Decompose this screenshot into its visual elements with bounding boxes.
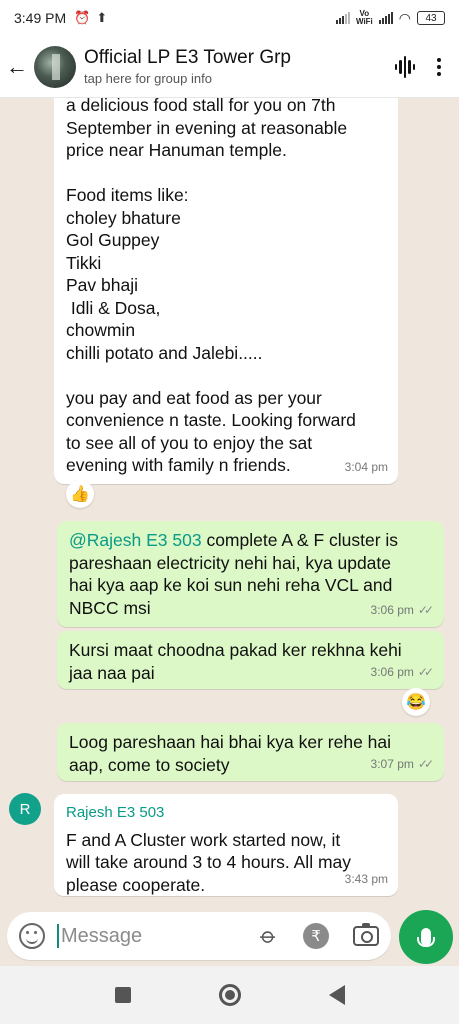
wifi-icon: ◠ [398, 9, 411, 26]
paperclip-icon[interactable]: ⌀ [254, 922, 282, 950]
message-incoming[interactable]: a delicious food stall for you on 7th Se… [54, 98, 398, 484]
system-nav-bar [0, 966, 459, 1024]
message-time: 3:07 pm [370, 756, 414, 771]
message-outgoing[interactable]: Loog pareshaan hai bhai kya ker rehe hai… [57, 723, 444, 781]
message-input[interactable] [61, 924, 231, 948]
message-outgoing[interactable]: @Rajesh E3 503 complete A & F cluster is… [57, 521, 444, 627]
sender-name[interactable]: Rajesh E3 503 [66, 802, 386, 825]
more-vertical-icon[interactable] [437, 57, 441, 76]
status-time: 3:49 PM [14, 10, 67, 26]
double-check-icon: ✓✓ [417, 756, 434, 771]
sender-avatar[interactable]: R [9, 793, 41, 825]
group-info[interactable]: Official LP E3 Tower Grp tap here for gr… [84, 47, 291, 86]
home-icon[interactable] [218, 984, 241, 1006]
message-composer: ⌀ ₹ [0, 910, 459, 966]
back-triangle-icon[interactable] [328, 985, 345, 1005]
mic-button[interactable] [399, 910, 453, 964]
group-avatar[interactable] [34, 45, 76, 88]
arrow-left-icon[interactable]: ← [0, 54, 34, 80]
message-incoming[interactable]: Rajesh E3 503 F and A Cluster work start… [54, 794, 398, 896]
mic-icon [417, 928, 435, 947]
rupee-icon[interactable]: ₹ [303, 923, 329, 949]
message-time: 3:04 pm [344, 459, 388, 474]
camera-icon[interactable] [353, 923, 379, 946]
chat-messages[interactable]: a delicious food stall for you on 7th Se… [0, 98, 459, 910]
signal-icon-2 [378, 12, 393, 24]
reaction-laugh-icon[interactable]: 😂 [402, 688, 430, 716]
audio-wave-icon[interactable] [394, 55, 415, 78]
group-subtitle[interactable]: tap here for group info [84, 71, 291, 86]
message-time: 3:06 pm [370, 664, 414, 679]
message-outgoing[interactable]: Kursi maat choodna pakad ker rekhna kehi… [57, 631, 444, 689]
group-title[interactable]: Official LP E3 Tower Grp [84, 47, 291, 69]
upload-notification-icon: ⬆ [96, 10, 108, 25]
message-input-pill: ⌀ ₹ [7, 912, 391, 960]
message-time: 3:06 pm [370, 602, 414, 617]
double-check-icon: ✓✓ [417, 602, 434, 617]
double-check-icon: ✓✓ [417, 664, 434, 679]
alarm-icon: ⏰ [74, 10, 91, 25]
text-cursor [57, 924, 59, 948]
status-bar: 3:49 PM ⏰ ⬆ Vo WiFi ◠ 43 [0, 0, 459, 36]
vo-wifi-label: Vo WiFi [355, 9, 373, 26]
chat-header: ← Official LP E3 Tower Grp tap here for … [0, 36, 459, 98]
message-time: 3:43 pm [344, 871, 388, 886]
recents-icon[interactable] [114, 987, 131, 1003]
battery-icon: 43 [417, 11, 445, 25]
smiley-icon[interactable] [19, 923, 45, 949]
reaction-thumbs-up-icon[interactable]: 👍 [66, 480, 94, 508]
signal-icon [335, 12, 350, 24]
status-indicators: Vo WiFi ◠ 43 [335, 9, 445, 27]
mention-link[interactable]: @Rajesh E3 503 [69, 530, 202, 550]
message-text: F and A Cluster work started now, it wil… [66, 829, 352, 895]
message-text: a delicious food stall for you on 7th Se… [66, 98, 356, 475]
